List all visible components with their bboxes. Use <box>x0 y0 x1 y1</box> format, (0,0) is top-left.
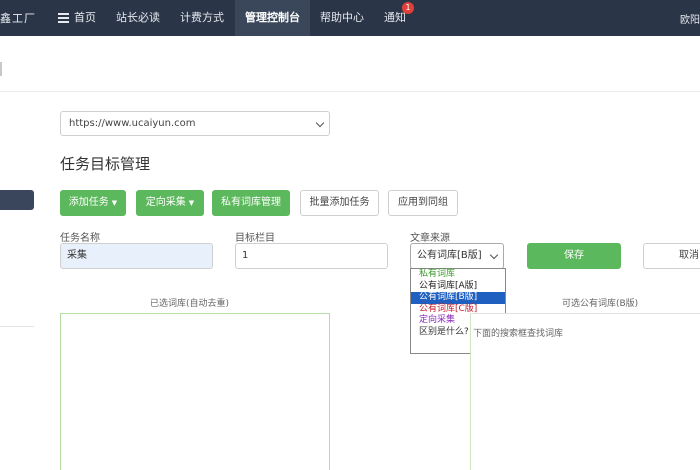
private-lexicon-button[interactable]: 私有词库管理 <box>212 190 290 216</box>
selected-lexicon-title: 已选词库(自动去重) <box>150 299 230 309</box>
menu-icon <box>58 13 69 23</box>
source-select-value: 公有词库[B版] <box>417 250 482 261</box>
cancel-button[interactable]: 取消 <box>643 243 700 269</box>
nav-home-label: 首页 <box>74 11 96 24</box>
task-name-label: 任务名称 <box>60 233 100 244</box>
notification-badge: 1 <box>402 2 414 14</box>
target-column-label: 目标栏目 <box>235 233 275 244</box>
brand-logo[interactable]: 鑫工厂 <box>0 10 36 26</box>
site-select-value: https://www.ucaiyun.com <box>69 118 196 129</box>
nav-must-read[interactable]: 站长必读 <box>116 0 160 36</box>
top-nav: 鑫工厂 首页 站长必读 计费方式 管理控制台 帮助中心 通知 1 欧阳 <box>0 0 700 36</box>
nav-home[interactable]: 首页 <box>58 0 96 36</box>
user-menu[interactable]: 欧阳 <box>680 11 700 26</box>
task-name-input[interactable]: 采集 <box>60 243 213 269</box>
batch-add-button[interactable]: 批量添加任务 <box>300 190 379 216</box>
selected-lexicon-list[interactable] <box>60 313 330 470</box>
add-task-button[interactable]: 添加任务 ▼ <box>60 190 126 216</box>
available-lexicon-title: 可选公有词库(B版) <box>562 299 639 309</box>
directed-collect-label: 定向采集 <box>145 197 186 208</box>
nav-console[interactable]: 管理控制台 <box>235 0 310 36</box>
source-option-public-a[interactable]: 公有词库[A版] <box>411 281 505 293</box>
source-option-public-b[interactable]: 公有词库[B版] <box>411 292 505 304</box>
secondary-bar <box>0 36 700 92</box>
source-select[interactable]: 公有词库[B版] <box>410 243 504 269</box>
site-select[interactable]: https://www.ucaiyun.com <box>60 111 330 136</box>
directed-collect-button[interactable]: 定向采集 ▼ <box>136 190 204 216</box>
sidebar-divider <box>0 326 34 327</box>
caret-down-icon: ▼ <box>111 199 118 207</box>
add-task-label: 添加任务 <box>68 197 109 208</box>
source-option-private[interactable]: 私有词库 <box>411 269 505 281</box>
nav-billing[interactable]: 计费方式 <box>180 0 224 36</box>
caret-down-icon: ▼ <box>188 199 195 207</box>
available-lexicon-hint: 下面的搜索框查找词库 <box>473 329 564 339</box>
secondary-bar-marker <box>0 62 2 76</box>
apply-to-group-button[interactable]: 应用到同组 <box>388 190 458 216</box>
target-column-input[interactable]: 1 <box>235 243 388 269</box>
source-label: 文章来源 <box>410 233 450 244</box>
save-button[interactable]: 保存 <box>527 243 621 269</box>
chevron-down-icon <box>315 118 325 128</box>
chevron-down-icon <box>489 250 499 260</box>
sidebar-active-item[interactable] <box>0 190 34 210</box>
page-title: 任务目标管理 <box>60 155 151 173</box>
nav-help[interactable]: 帮助中心 <box>320 0 364 36</box>
